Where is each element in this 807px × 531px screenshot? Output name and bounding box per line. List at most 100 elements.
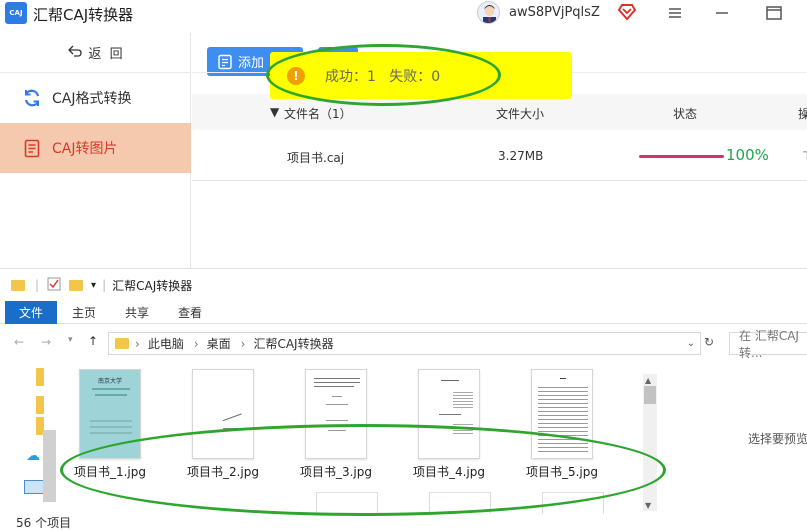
chevron-right-icon: › [135,336,140,351]
navigation-pane: ☁ [0,362,57,512]
text-block [453,422,473,436]
file-thumbnail-partial[interactable] [542,492,604,514]
folder-icon[interactable] [36,396,44,414]
text-line [328,430,346,431]
properties-icon[interactable] [47,277,61,294]
minimize-icon[interactable] [711,3,733,23]
recent-dropdown-icon[interactable]: ▾ [68,335,73,345]
breadcrumb-item[interactable]: 桌面 [207,335,231,352]
toast-text: 成功：1 失败：0 [325,68,441,85]
back-button[interactable]: 返 回 [0,33,191,73]
file-name: 项目书_2.jpg [186,465,260,479]
scroll-up-icon[interactable]: ▲ [645,376,651,385]
new-folder-icon[interactable] [69,279,84,291]
search-input[interactable]: 在 汇帮CAJ转... [729,329,807,360]
file-explorer-window: | ▾ | 汇帮CAJ转换器 文件 主页 共享 查看 ← → ▾ ↑ › 此电脑… [0,268,807,530]
cover-title: 南京大学 [97,378,122,385]
file-item[interactable]: 项目书_5.jpg [512,369,612,480]
converter-app-window: CAJ 汇帮CAJ转换器 awS8PVjPqlsZ 返 回 CAJ格式转换 CA… [0,0,807,268]
file-item[interactable]: 项目书_2.jpg [173,369,273,480]
chevron-right-icon: › [193,336,199,351]
cover-line [90,426,132,428]
chevron-right-icon: › [240,336,246,351]
text-block [453,390,473,408]
sidebar-item-label: CAJ格式转换 [52,91,132,107]
file-thumbnail [192,369,254,459]
file-name: 项目书_1.jpg [73,465,147,479]
table-row[interactable]: 项目书.caj 3.27MB 100% ⊤ [192,131,807,181]
up-arrow-icon[interactable]: ↑ [88,334,98,348]
back-label: 返 回 [88,47,123,62]
progress-bar [639,155,724,158]
file-name: 项目书_4.jpg [412,465,486,479]
username[interactable]: awS8PVjPqlsZ [509,5,600,20]
text-line [326,404,348,405]
item-count: 56 个项目 [16,516,72,530]
app-title: 汇帮CAJ转换器 [33,6,134,24]
cover-line [95,394,127,396]
signature-mark [220,406,242,422]
address-bar-row: ← → ▾ ↑ › 此电脑 › 桌面 › 汇帮CAJ转换器 ⌄ ↻ 在 汇帮CA… [0,329,807,360]
sidebar-item-label: CAJ转图片 [52,141,118,157]
sidebar-item-caj-format[interactable]: CAJ格式转换 [0,73,191,123]
sidebar: 返 回 CAJ格式转换 CAJ转图片 [0,33,191,268]
tab-view[interactable]: 查看 [168,301,212,324]
file-name: 项目书.caj [287,151,345,165]
tab-share[interactable]: 共享 [115,301,159,324]
menu-icon[interactable] [664,3,686,23]
explorer-title-bar: | ▾ | 汇帮CAJ转换器 [0,269,807,301]
text-line [223,428,241,429]
file-item[interactable]: 南京大学 项目书_1.jpg [60,369,160,480]
sort-arrow-icon[interactable]: ▼ [270,105,279,119]
preview-hint: 选择要预览 [748,432,807,446]
tab-home[interactable]: 主页 [62,301,106,324]
add-file-icon [217,54,233,70]
folder-icon[interactable] [36,368,44,386]
nav-scrollbar[interactable] [43,430,56,502]
user-avatar[interactable] [477,1,500,24]
file-size: 3.27MB [498,149,544,163]
back-arrow-icon [68,45,83,61]
divider: | [102,278,107,292]
file-thumbnail-partial[interactable] [316,492,378,514]
refresh-icon[interactable]: ↻ [704,335,714,349]
cover-line [92,388,130,390]
column-size: 文件大小 [496,107,545,121]
file-item[interactable]: 项目书_3.jpg [286,369,386,480]
content-scrollbar[interactable]: ▲ ▼ [643,374,657,511]
maximize-icon[interactable] [763,3,785,23]
column-name[interactable]: 文件名（1） [284,105,352,122]
title-bar: CAJ 汇帮CAJ转换器 awS8PVjPqlsZ [0,0,807,26]
column-operation: 操 [798,107,807,121]
scroll-down-icon[interactable]: ▼ [645,501,651,510]
operation-icon[interactable]: ⊤ [802,149,807,163]
address-input[interactable]: › 此电脑 › 桌面 › 汇帮CAJ转换器 ⌄ [108,332,701,355]
file-name: 项目书_3.jpg [299,465,373,479]
text-line [314,378,360,379]
breadcrumb-item[interactable]: 汇帮CAJ转换器 [253,335,333,352]
file-thumbnail-partial[interactable] [429,492,491,514]
tab-file[interactable]: 文件 [5,301,57,324]
text-line [326,420,348,421]
file-thumbnail: 南京大学 [79,369,141,459]
text-line [560,378,566,379]
breadcrumb-item[interactable]: 此电脑 [148,335,184,352]
quick-access-dropdown-icon[interactable]: ▾ [91,280,96,291]
sidebar-item-caj-to-image[interactable]: CAJ转图片 [0,123,191,173]
onedrive-icon[interactable]: ☁ [26,448,40,464]
cover-line [90,432,132,434]
folder-icon [11,279,25,291]
back-arrow-icon[interactable]: ← [14,335,24,349]
column-status: 状态 [673,107,698,121]
vip-heart-icon[interactable] [617,3,637,21]
text-line [439,414,461,415]
file-item[interactable]: 项目书_4.jpg [399,369,499,480]
file-thumbnail [305,369,367,459]
text-block [538,384,588,454]
forward-arrow-icon[interactable]: → [41,335,51,349]
scroll-thumb[interactable] [644,386,656,404]
this-pc-icon[interactable] [24,480,44,494]
address-dropdown-icon[interactable]: ⌄ [687,338,695,349]
file-thumbnail [531,369,593,459]
progress-percent: 100% [726,146,769,164]
